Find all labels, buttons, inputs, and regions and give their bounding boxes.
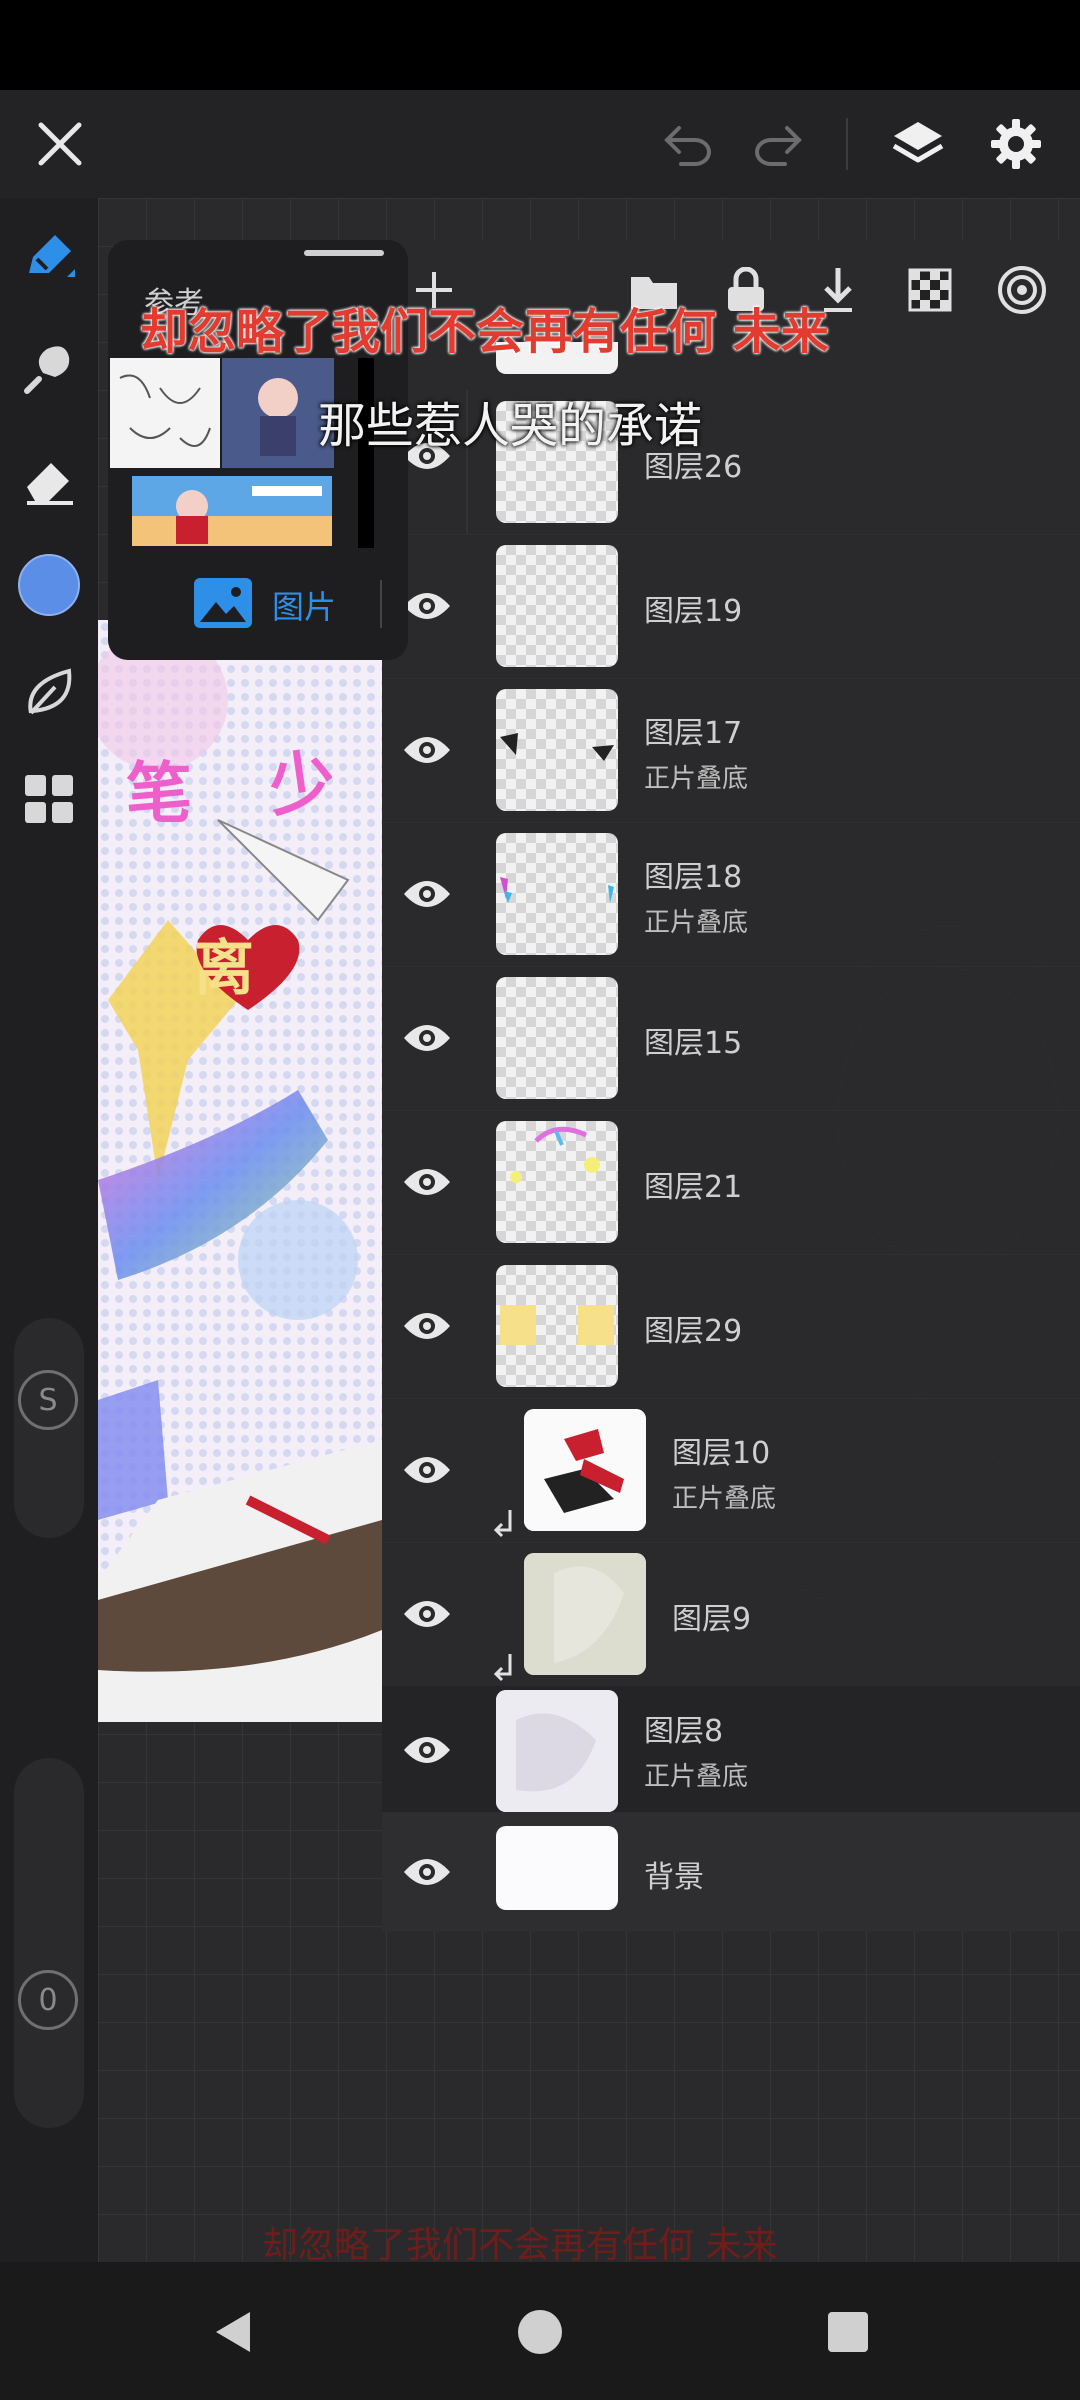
opacity-slider[interactable] (14, 1758, 84, 2128)
toolbar-divider (846, 118, 848, 170)
layer-blend-mode: 正片叠底 (644, 764, 749, 794)
eye-icon[interactable] (402, 730, 452, 770)
subtitle-line-2: 那些惹人哭的承诺 (318, 398, 703, 454)
opacity-value-label: 0 (38, 1982, 58, 2018)
undo-icon[interactable] (656, 114, 720, 174)
reference-image-1[interactable] (110, 358, 334, 468)
layer-thumbnail (496, 689, 618, 811)
layer-name: 图层21 (644, 1170, 743, 1205)
smudge-icon[interactable] (18, 338, 80, 400)
layers-icon[interactable] (884, 110, 952, 178)
artwork-char-1: 笔 (126, 755, 192, 832)
layer-thumbnail (496, 1690, 618, 1812)
layer-name: 图层9 (672, 1602, 752, 1637)
subtitle-bottom: 却忽略了我们不会再有任何 未来 (262, 2225, 778, 2266)
layer-thumbnail (524, 1553, 646, 1675)
layer-name: 图层18 (644, 860, 743, 895)
eye-icon[interactable] (402, 1162, 452, 1202)
layer-row[interactable]: 图层10 正片叠底 (382, 1398, 1080, 1543)
eye-icon[interactable] (402, 1594, 452, 1634)
back-icon[interactable] (200, 2302, 264, 2362)
layer-thumbnail (524, 1409, 646, 1531)
system-nav-bar (0, 2262, 1080, 2400)
image-icon[interactable] (192, 576, 254, 630)
grid-icon[interactable] (18, 768, 80, 830)
layer-name: 背景 (644, 1860, 704, 1895)
layer-row-selected[interactable]: 图层8 正片叠底 (382, 1686, 1080, 1813)
color-swatch[interactable] (18, 554, 80, 616)
close-icon[interactable] (28, 112, 92, 176)
layer-blend-mode: 正片叠底 (644, 1762, 749, 1792)
checker-icon[interactable] (900, 260, 960, 320)
layer-thumbnail (496, 1265, 618, 1387)
eye-icon[interactable] (402, 1018, 452, 1058)
drag-handle[interactable] (304, 250, 384, 256)
eye-icon[interactable] (402, 586, 452, 626)
layer-name: 图层29 (644, 1314, 743, 1349)
pen-icon[interactable] (18, 226, 80, 288)
layer-name: 图层8 (644, 1714, 724, 1749)
eye-icon[interactable] (402, 874, 452, 914)
opacity-value-badge[interactable]: 0 (18, 1970, 78, 2030)
eye-icon[interactable] (402, 1852, 452, 1892)
layer-row[interactable]: 图层19 (382, 534, 1080, 679)
subtitle-line-1: 却忽略了我们不会再有任何 未来 (140, 304, 829, 360)
clipping-arrow-icon (493, 1654, 512, 1682)
layers-panel: 图层26 图层19 图层17 正片叠底 图层18 正片叠底 图层15 图层21 (382, 240, 1080, 1931)
layer-row-background[interactable]: 背景 (382, 1812, 1080, 1931)
artwork-char-3: 离 (194, 934, 254, 1004)
layer-name: 图层15 (644, 1026, 743, 1061)
layer-row[interactable]: 图层29 (382, 1254, 1080, 1399)
eye-icon[interactable] (402, 1730, 452, 1770)
layer-name: 图层10 (672, 1436, 771, 1471)
eye-icon[interactable] (402, 1450, 452, 1490)
layer-blend-mode: 正片叠底 (644, 908, 749, 938)
gear-icon[interactable] (982, 110, 1050, 178)
layer-row[interactable]: 图层18 正片叠底 (382, 822, 1080, 967)
eraser-icon[interactable] (18, 448, 80, 510)
top-toolbar (0, 90, 1080, 198)
recents-icon[interactable] (816, 2302, 880, 2362)
artwork-preview: 笔 少 离 (98, 620, 382, 1722)
s-toggle-button[interactable]: S (18, 1370, 78, 1430)
layer-row[interactable]: 图层17 正片叠底 (382, 678, 1080, 823)
tool-column: S 0 (0, 198, 98, 2262)
target-icon[interactable] (992, 260, 1052, 320)
home-icon[interactable] (508, 2300, 572, 2364)
background-thumbnail (496, 1826, 618, 1910)
layer-row[interactable]: 图层15 (382, 966, 1080, 1111)
clipping-arrow-icon (493, 1510, 512, 1538)
layer-row[interactable]: 图层9 (382, 1542, 1080, 1687)
eye-icon[interactable] (402, 1306, 452, 1346)
layer-thumbnail (496, 833, 618, 955)
layer-blend-mode: 正片叠底 (672, 1484, 777, 1514)
reference-tab-label[interactable]: 图片 (272, 582, 336, 628)
reference-image-2[interactable] (132, 476, 332, 546)
layer-name: 图层17 (644, 716, 743, 751)
layer-name: 图层19 (644, 594, 743, 629)
layer-row[interactable]: 图层21 (382, 1110, 1080, 1255)
layer-thumbnail (496, 1121, 618, 1243)
redo-icon[interactable] (746, 114, 810, 174)
leaf-icon[interactable] (18, 662, 80, 724)
layer-thumbnail (496, 545, 618, 667)
artwork-char-2: 少 (263, 740, 340, 827)
status-bar (0, 0, 1080, 90)
s-toggle-label: S (38, 1382, 58, 1418)
layer-thumbnail (496, 977, 618, 1099)
